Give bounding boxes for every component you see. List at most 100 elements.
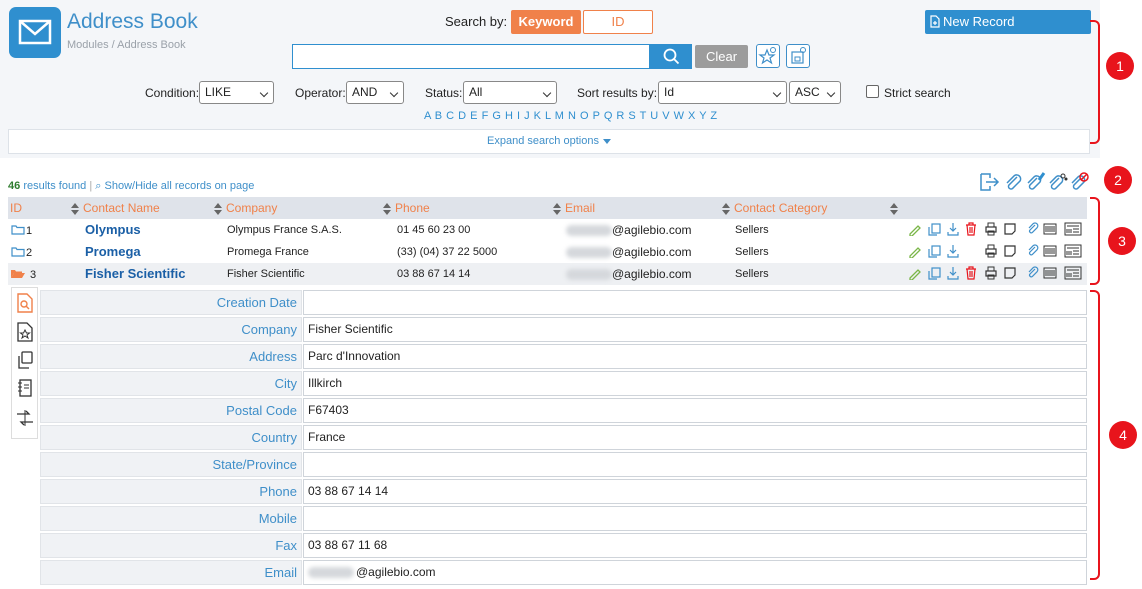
download-icon[interactable] [946, 244, 960, 258]
table-header [8, 197, 1087, 219]
attachment-icon[interactable] [1026, 244, 1040, 258]
saved-search-button[interactable] [786, 44, 810, 68]
column-phone[interactable]: Phone [395, 201, 430, 215]
attach-edit-icon[interactable] [1024, 172, 1046, 192]
company-cell: Olympus France S.A.S. [227, 224, 342, 236]
contact-name-link[interactable]: Fisher Scientific [85, 266, 185, 281]
delete-icon[interactable] [964, 266, 978, 280]
folder-icon[interactable] [11, 224, 25, 235]
download-icon[interactable] [946, 222, 960, 236]
expand-search-options[interactable]: Expand search options [8, 129, 1090, 154]
sort-icon[interactable] [383, 203, 391, 215]
attachment-icon[interactable] [1026, 266, 1040, 280]
table-row[interactable] [8, 241, 1087, 263]
delete-icon[interactable] [964, 222, 978, 236]
edit-icon[interactable] [908, 222, 922, 236]
email-redacted [566, 269, 612, 280]
sort-icon[interactable] [71, 203, 79, 215]
sort-label: Sort results by: [577, 86, 658, 100]
detail-field-label: Address [40, 344, 302, 369]
attach-link-icon[interactable] [1046, 172, 1068, 192]
column-id[interactable]: ID [10, 201, 22, 215]
column-email[interactable]: Email [565, 201, 595, 215]
barcode-icon[interactable] [1043, 266, 1057, 280]
label-icon[interactable] [1064, 222, 1082, 236]
row-id: 1 [26, 225, 33, 237]
row-id: 2 [26, 247, 33, 259]
view-record-icon[interactable] [16, 293, 34, 313]
attachment-icon[interactable] [1026, 222, 1040, 236]
transfer-icon[interactable] [15, 408, 35, 428]
print-icon[interactable] [984, 266, 998, 280]
detail-field-label: Country [40, 425, 302, 450]
column-contact-name[interactable]: Contact Name [83, 201, 160, 215]
edit-icon[interactable] [908, 266, 922, 280]
annotation-marker-1: 1 [1106, 52, 1134, 80]
detail-field-value [303, 452, 1087, 477]
search-input[interactable] [292, 44, 650, 69]
barcode-icon[interactable] [1043, 244, 1057, 258]
label-icon[interactable] [1064, 266, 1082, 280]
table-row[interactable] [8, 219, 1087, 241]
detail-field-label: Creation Date [40, 290, 302, 315]
strict-search-label: Strict search [884, 86, 951, 100]
search-button[interactable] [650, 44, 692, 69]
note-icon[interactable] [1003, 266, 1017, 280]
download-icon[interactable] [946, 266, 960, 280]
detail-field-value: @agilebio.com [303, 560, 1087, 585]
operator-select[interactable]: AND [346, 81, 404, 104]
clear-button[interactable]: Clear [695, 45, 748, 68]
sort-select[interactable]: Id [658, 81, 787, 104]
sort-icon[interactable] [890, 203, 898, 215]
edit-icon[interactable] [908, 244, 922, 258]
open-folder-icon[interactable] [10, 268, 26, 279]
company-cell: Promega France [227, 246, 309, 258]
results-found-label: results found [23, 180, 87, 192]
status-select[interactable]: All [463, 81, 557, 104]
barcode-icon[interactable] [1043, 222, 1057, 236]
search-icon [663, 48, 680, 65]
contact-name-link[interactable]: Olympus [85, 222, 141, 237]
new-record-button[interactable]: New Record [925, 10, 1091, 34]
order-select[interactable]: ASC [789, 81, 841, 104]
detail-field-value [303, 506, 1087, 531]
note-icon[interactable] [1003, 244, 1017, 258]
page-title: Address Book [67, 10, 198, 33]
envelope-icon [9, 7, 61, 58]
sort-icon[interactable] [553, 203, 561, 215]
detail-field-value: 03 88 67 11 68 [303, 533, 1087, 558]
alphabet-filter[interactable]: A B C D E F G H I J K L M N O P Q R S T … [424, 110, 718, 122]
duplicate-icon[interactable] [16, 350, 34, 370]
attach-remove-icon[interactable] [1068, 172, 1090, 192]
phone-cell: 01 45 60 23 00 [397, 224, 471, 236]
search-mode-id[interactable]: ID [583, 10, 653, 34]
attach-icon[interactable] [1002, 172, 1024, 192]
copy-icon[interactable] [927, 244, 941, 258]
favorite-search-button[interactable] [756, 44, 780, 68]
detail-field-label: Email [40, 560, 302, 585]
detail-field-label: Company [40, 317, 302, 342]
annotation-marker-3: 3 [1108, 227, 1136, 255]
copy-icon[interactable] [927, 266, 941, 280]
condition-label: Condition: [145, 86, 200, 100]
copy-icon[interactable] [927, 222, 941, 236]
contact-name-link[interactable]: Promega [85, 244, 141, 259]
condition-select[interactable]: LIKE [199, 81, 274, 104]
notebook-icon[interactable] [16, 378, 34, 398]
column-contact-category[interactable]: Contact Category [734, 201, 827, 215]
search-by-label: Search by: [445, 14, 508, 29]
strict-search-checkbox[interactable] [866, 85, 879, 98]
print-icon[interactable] [984, 222, 998, 236]
export-icon[interactable] [978, 172, 1000, 192]
label-icon[interactable] [1064, 244, 1082, 258]
favorite-record-icon[interactable] [16, 322, 34, 342]
search-mode-keyword[interactable]: Keyword [511, 10, 581, 34]
show-hide-all-link[interactable]: Show/Hide all records on page [105, 180, 255, 192]
print-icon[interactable] [984, 244, 998, 258]
folder-icon[interactable] [11, 246, 25, 257]
annotation-bracket-4 [1090, 290, 1100, 580]
sort-icon[interactable] [214, 203, 222, 215]
sort-icon[interactable] [722, 203, 730, 215]
note-icon[interactable] [1003, 222, 1017, 236]
column-company[interactable]: Company [226, 201, 277, 215]
